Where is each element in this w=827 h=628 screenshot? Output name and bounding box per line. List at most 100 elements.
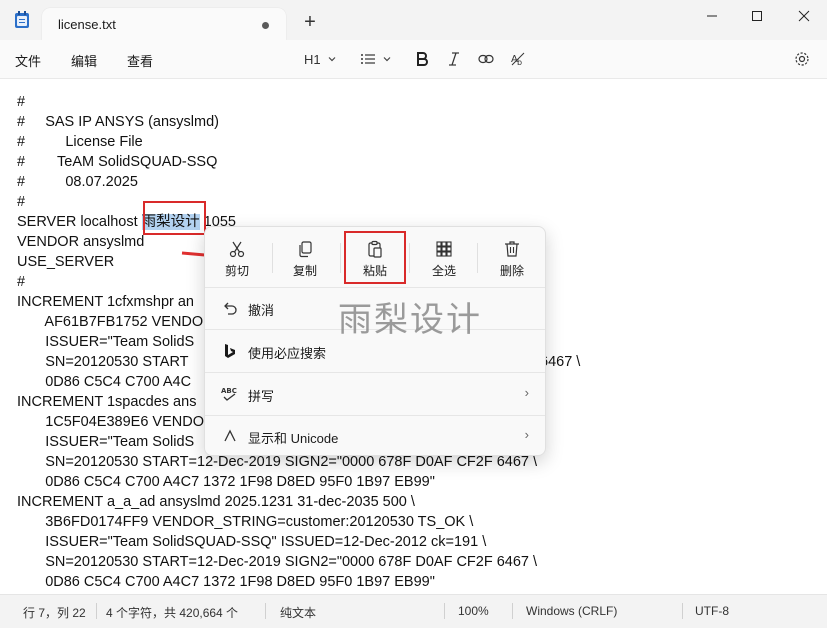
editor-line: # bbox=[17, 94, 26, 110]
bold-icon bbox=[417, 52, 428, 66]
bing-icon bbox=[225, 344, 235, 358]
new-tab-button[interactable]: + bbox=[300, 12, 320, 32]
bing-search-label: 使用必应搜索 bbox=[248, 346, 327, 361]
editor-line: 0D86 C5C4 C700 A4C7 1372 1F98 D8ED 95F0 … bbox=[17, 574, 435, 590]
status-divider bbox=[682, 603, 683, 619]
chevron-right-icon: › bbox=[524, 385, 529, 400]
close-button[interactable] bbox=[784, 4, 824, 28]
spelling-label: 拼写 bbox=[248, 389, 275, 404]
unicode-label: 显示和 Unicode bbox=[248, 431, 339, 446]
editor-line: # 08.07.2025 bbox=[17, 174, 138, 190]
copy-icon bbox=[299, 241, 312, 258]
editor-line: 0D86 C5C4 C700 A4C bbox=[17, 374, 192, 390]
command-divider bbox=[409, 243, 410, 273]
editor-line: ISSUER="Team SolidS bbox=[17, 434, 195, 450]
editor-line: # SAS IP ANSYS (ansyslmd) bbox=[17, 114, 220, 130]
select-all-icon bbox=[436, 241, 452, 257]
editor-line: 3B6FD0174FF9 VENDOR_STRING=customer:2012… bbox=[17, 514, 474, 530]
editor-line: AF61B7FB1752 VENDO bbox=[17, 314, 204, 330]
command-divider bbox=[340, 243, 341, 273]
encoding[interactable]: UTF-8 bbox=[695, 604, 729, 618]
line-ending[interactable]: Windows (CRLF) bbox=[526, 604, 617, 618]
editor-line: USE_SERVER bbox=[17, 254, 115, 270]
copy-label: 复制 bbox=[292, 264, 317, 278]
spellcheck-icon: ABC bbox=[221, 387, 237, 401]
character-count: 4 个字符，共 420,664 个 bbox=[106, 606, 239, 620]
link-button[interactable] bbox=[478, 50, 494, 68]
editor-line: SN=20120530 START=12-Dec-2019 SIGN2="000… bbox=[17, 554, 538, 570]
editor-line: INCREMENT 1spacdes ans bbox=[17, 394, 197, 410]
list-dropdown[interactable] bbox=[360, 50, 392, 68]
list-icon bbox=[361, 54, 375, 64]
notepad-app-icon bbox=[15, 11, 29, 28]
context-menu: 剪切 复制 粘贴 全选 删除 撤消 使用必应搜索 ABC 拼写 › 显示和 Un… bbox=[204, 226, 546, 456]
editor-line: INCREMENT a_a_ad ansyslmd 2025.1231 31-d… bbox=[17, 494, 415, 510]
cut-button[interactable]: 剪切 bbox=[209, 235, 265, 281]
minimize-button[interactable] bbox=[692, 4, 732, 28]
status-divider bbox=[444, 603, 445, 619]
cut-label: 剪切 bbox=[224, 264, 249, 278]
editor-line: # TeAM SolidSQUAD-SSQ bbox=[17, 154, 218, 170]
editor-line: ISSUER="Team SolidSQUAD-SSQ" ISSUED=12-D… bbox=[17, 534, 487, 550]
status-divider bbox=[96, 603, 97, 619]
watermark: 雨梨设计 bbox=[338, 300, 482, 340]
menu-bar: 文件 编辑 查看 H1 Ab bbox=[0, 40, 827, 79]
heading-dropdown[interactable]: H1 bbox=[304, 50, 337, 68]
settings-button[interactable] bbox=[794, 50, 810, 68]
select-all-button[interactable]: 全选 bbox=[416, 235, 472, 281]
text-format[interactable]: 纯文本 bbox=[280, 604, 316, 621]
unsaved-dot-icon[interactable] bbox=[262, 22, 269, 29]
close-icon bbox=[798, 10, 810, 22]
editor-line-fragment: 6467 \ bbox=[540, 354, 581, 370]
maximize-icon bbox=[752, 11, 762, 21]
clear-format-button[interactable]: Ab bbox=[510, 50, 526, 68]
editor-line: # License File bbox=[17, 134, 143, 150]
selection-highlight-box bbox=[143, 201, 206, 235]
italic-icon bbox=[449, 52, 459, 66]
server-text: SERVER localhost bbox=[17, 214, 142, 230]
undo-label: 撤消 bbox=[248, 303, 275, 318]
bold-button[interactable] bbox=[416, 50, 428, 68]
select-all-label: 全选 bbox=[431, 264, 456, 278]
menu-edit[interactable]: 编辑 bbox=[71, 51, 97, 70]
chevron-right-icon: › bbox=[524, 427, 529, 442]
clear-formatting-icon: Ab bbox=[511, 52, 525, 67]
delete-label: 删除 bbox=[499, 264, 524, 278]
command-divider bbox=[272, 243, 273, 273]
status-divider bbox=[265, 603, 266, 619]
menu-view[interactable]: 查看 bbox=[127, 51, 153, 70]
status-bar: 行 7，列 22 4 个字符，共 420,664 个 纯文本 100% Wind… bbox=[0, 594, 827, 628]
status-divider bbox=[512, 603, 513, 619]
menu-file[interactable]: 文件 bbox=[15, 51, 41, 70]
tab-license-txt[interactable]: license.txt bbox=[42, 8, 286, 40]
scissors-icon bbox=[229, 241, 245, 258]
editor-line: 0D86 C5C4 C700 A4C7 1372 1F98 D8ED 95F0 … bbox=[17, 474, 435, 490]
editor-line: # bbox=[17, 274, 26, 290]
chevron-down-icon bbox=[328, 57, 336, 62]
editor-line: ISSUER="Team SolidS bbox=[17, 334, 195, 350]
editor-line: 1C5F04E389E6 VENDO bbox=[17, 414, 204, 430]
editor-line: INCREMENT 1cfxmshpr an bbox=[17, 294, 194, 310]
title-bar: license.txt + bbox=[0, 0, 827, 40]
trash-icon bbox=[505, 241, 519, 257]
delete-button[interactable]: 删除 bbox=[484, 235, 540, 281]
chevron-down-icon bbox=[383, 57, 391, 62]
undo-icon bbox=[224, 302, 237, 315]
spelling-menu-item[interactable]: ABC 拼写 › bbox=[205, 373, 545, 415]
zoom-level[interactable]: 100% bbox=[458, 604, 489, 618]
maximize-button[interactable] bbox=[737, 4, 777, 28]
tab-title: license.txt bbox=[58, 17, 116, 32]
minimize-icon bbox=[707, 15, 717, 17]
command-divider bbox=[477, 243, 478, 273]
unicode-menu-item[interactable]: 显示和 Unicode › bbox=[205, 415, 545, 457]
paste-highlight-box bbox=[344, 231, 406, 284]
editor-line: VENDOR ansyslmd bbox=[17, 234, 145, 250]
gear-icon bbox=[795, 52, 809, 66]
italic-button[interactable] bbox=[448, 50, 460, 68]
link-icon bbox=[478, 54, 494, 64]
heading-label: H1 bbox=[304, 51, 321, 67]
copy-button[interactable]: 复制 bbox=[277, 235, 333, 281]
editor-line: SN=20120530 START bbox=[17, 354, 189, 370]
cursor-position: 行 7，列 22 bbox=[23, 606, 86, 620]
editor-line: # bbox=[17, 194, 26, 210]
